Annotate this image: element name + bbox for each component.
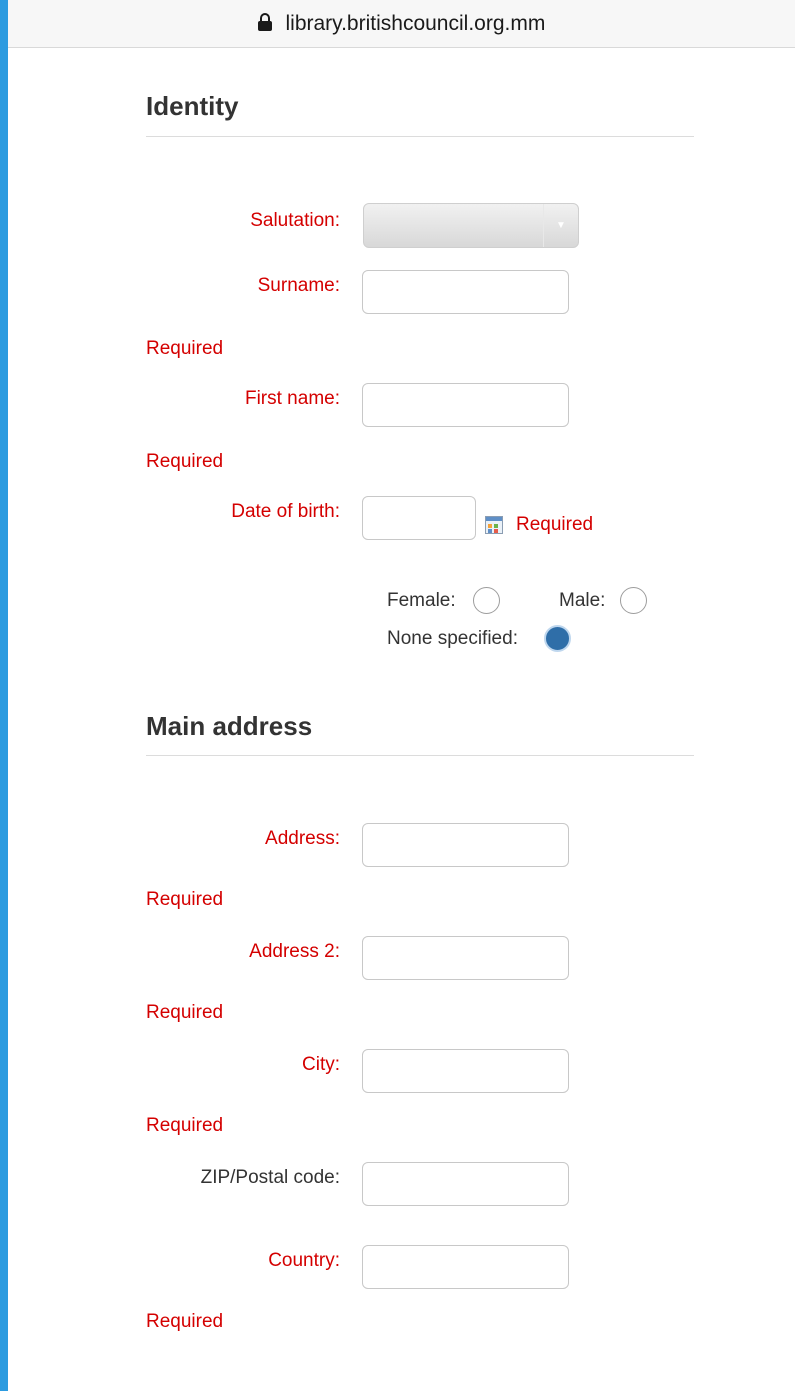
- address-2-label: Address 2:: [249, 941, 340, 962]
- date-of-birth-input[interactable]: [362, 496, 476, 540]
- female-radio[interactable]: [473, 587, 500, 614]
- address-2-input[interactable]: [362, 936, 569, 980]
- first-name-required-message: Required: [146, 451, 224, 472]
- zip-postal-code-label: ZIP/Postal code:: [200, 1167, 340, 1188]
- identity-section-title: Identity: [146, 91, 239, 121]
- url-text: library.britishcouncil.org.mm: [285, 12, 546, 35]
- url-display[interactable]: library.britishcouncil.org.mm: [8, 11, 795, 37]
- chevron-down-icon: ▼: [543, 204, 578, 247]
- date-of-birth-label: Date of birth:: [231, 501, 340, 522]
- male-radio[interactable]: [620, 587, 647, 614]
- browser-address-bar[interactable]: library.britishcouncil.org.mm: [8, 0, 795, 48]
- date-of-birth-required-message: Required: [516, 514, 594, 535]
- identity-divider: [146, 136, 694, 137]
- city-required-message: Required: [146, 1115, 224, 1136]
- surname-required-message: Required: [146, 338, 224, 359]
- none-specified-radio[interactable]: [544, 625, 571, 652]
- address-2-required-message: Required: [146, 1002, 224, 1023]
- none-specified-label: None specified:: [387, 628, 518, 649]
- lock-icon: [257, 13, 272, 31]
- country-required-message: Required: [146, 1311, 224, 1332]
- address-required-message: Required: [146, 889, 224, 910]
- male-label: Male:: [559, 590, 606, 611]
- country-input[interactable]: [362, 1245, 569, 1289]
- surname-label: Surname:: [257, 275, 340, 296]
- city-input[interactable]: [362, 1049, 569, 1093]
- address-input[interactable]: [362, 823, 569, 867]
- surname-input[interactable]: [362, 270, 569, 314]
- first-name-label: First name:: [244, 388, 340, 409]
- zip-postal-code-input[interactable]: [362, 1162, 569, 1206]
- salutation-select[interactable]: ▼: [363, 203, 579, 248]
- page-frame: library.britishcouncil.org.mm Identity S…: [8, 0, 795, 1391]
- first-name-input[interactable]: [362, 383, 569, 427]
- country-label: Country:: [268, 1250, 340, 1271]
- city-label: City:: [302, 1054, 340, 1075]
- female-label: Female:: [387, 590, 456, 611]
- salutation-label: Salutation:: [250, 210, 340, 231]
- address-label: Address:: [265, 828, 340, 849]
- main-address-divider: [146, 755, 694, 756]
- calendar-icon[interactable]: [485, 516, 503, 534]
- main-address-section-title: Main address: [146, 711, 313, 741]
